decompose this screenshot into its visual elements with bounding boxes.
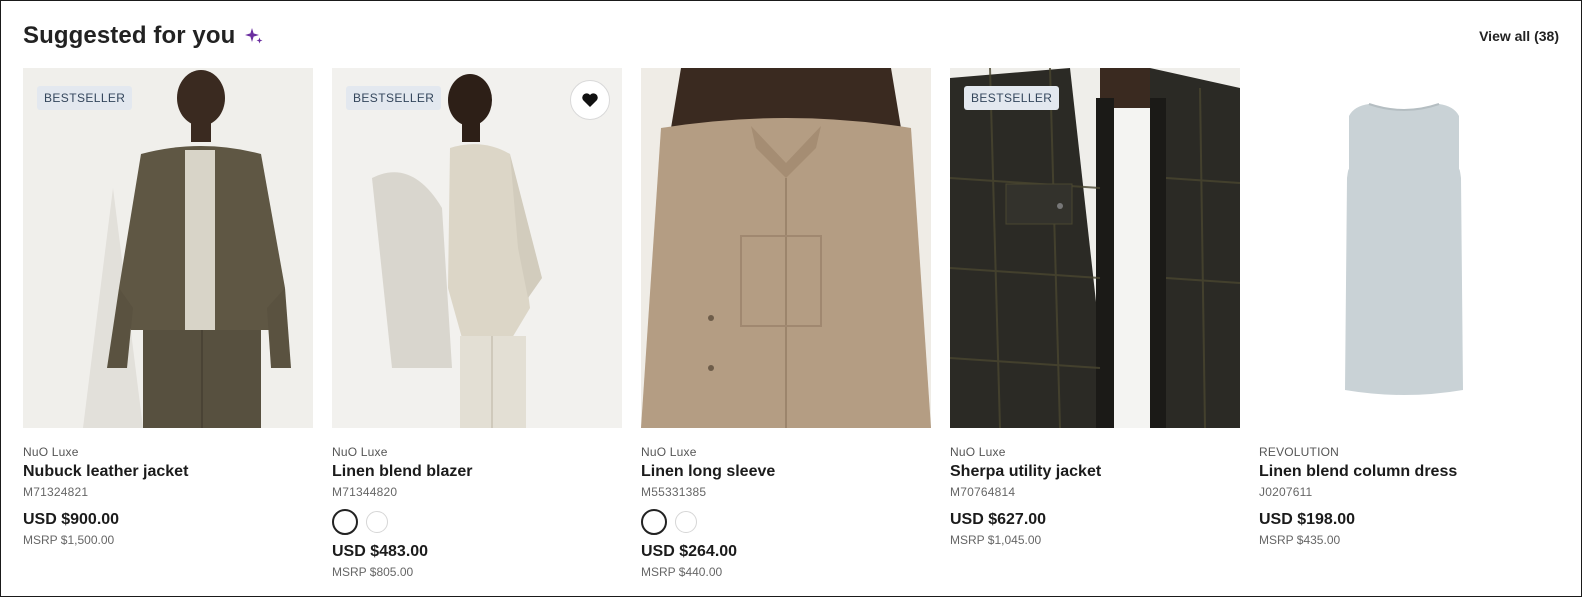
color-swatches (332, 509, 622, 535)
product-sku: M55331385 (641, 485, 707, 499)
product-card[interactable]: NuO Luxe Linen long sleeve M55331385 USD… (641, 68, 931, 579)
product-card[interactable]: BESTSELLER NuO Luxe Linen blend blazer M… (332, 68, 622, 579)
product-price: USD $483.00 (332, 543, 429, 560)
product-card[interactable]: BESTSELLER NuO Luxe Sherpa utility jacke… (950, 68, 1240, 579)
product-price: USD $198.00 (1259, 511, 1356, 528)
color-swatch[interactable] (332, 509, 358, 535)
bestseller-badge: BESTSELLER (964, 86, 1060, 110)
product-msrp: MSRP $435.00 (1259, 533, 1341, 547)
product-msrp: MSRP $1,500.00 (23, 533, 115, 547)
product-photo-plaid-jacket (950, 68, 1240, 428)
product-card[interactable]: REVOLUTION Linen blend column dress J020… (1259, 68, 1549, 579)
suggestions-panel: Suggested for you View all (38) BESTSELL… (0, 0, 1582, 597)
product-image[interactable]: BESTSELLER (332, 68, 622, 428)
product-image[interactable] (641, 68, 931, 428)
product-name[interactable]: Linen long sleeve (641, 463, 931, 481)
color-swatch[interactable] (675, 511, 697, 533)
view-all-link[interactable]: View all (38) (1479, 28, 1559, 44)
color-swatches (641, 509, 931, 535)
section-header: Suggested for you View all (38) (23, 19, 1559, 53)
product-grid: BESTSELLER NuO Luxe Nubuck leather jacke… (23, 68, 1549, 579)
product-name[interactable]: Nubuck leather jacket (23, 463, 313, 481)
product-sku: M70764814 (950, 485, 1016, 499)
product-price: USD $264.00 (641, 543, 738, 560)
product-name[interactable]: Linen blend blazer (332, 463, 622, 481)
product-brand: NuO Luxe (950, 445, 1006, 459)
product-image[interactable]: BESTSELLER (23, 68, 313, 428)
product-image[interactable]: BESTSELLER (950, 68, 1240, 428)
product-photo-leather-jacket (23, 68, 313, 428)
product-sku: M71344820 (332, 485, 398, 499)
product-photo-linen-shirt (641, 68, 931, 428)
product-card[interactable]: BESTSELLER NuO Luxe Nubuck leather jacke… (23, 68, 313, 579)
section-title: Suggested for you (23, 22, 236, 49)
product-sku: M71324821 (23, 485, 89, 499)
product-brand: NuO Luxe (23, 445, 79, 459)
product-brand: NuO Luxe (641, 445, 697, 459)
color-swatch[interactable] (641, 509, 667, 535)
product-brand: NuO Luxe (332, 445, 388, 459)
product-price: USD $627.00 (950, 511, 1047, 528)
product-msrp: MSRP $1,045.00 (950, 533, 1042, 547)
color-swatch[interactable] (366, 511, 388, 533)
product-sku: J0207611 (1259, 485, 1313, 499)
product-photo-column-dress (1259, 68, 1549, 428)
product-image[interactable] (1259, 68, 1549, 428)
heart-icon[interactable] (570, 80, 610, 120)
product-name[interactable]: Linen blend column dress (1259, 463, 1549, 481)
title-group: Suggested for you (23, 22, 265, 50)
product-msrp: MSRP $805.00 (332, 565, 414, 579)
bestseller-badge: BESTSELLER (346, 86, 442, 110)
product-msrp: MSRP $440.00 (641, 565, 723, 579)
product-name[interactable]: Sherpa utility jacket (950, 463, 1240, 481)
product-brand: REVOLUTION (1259, 445, 1340, 459)
sparkle-icon (243, 25, 265, 47)
bestseller-badge: BESTSELLER (37, 86, 133, 110)
product-price: USD $900.00 (23, 511, 120, 528)
product-photo-linen-blazer (332, 68, 622, 428)
